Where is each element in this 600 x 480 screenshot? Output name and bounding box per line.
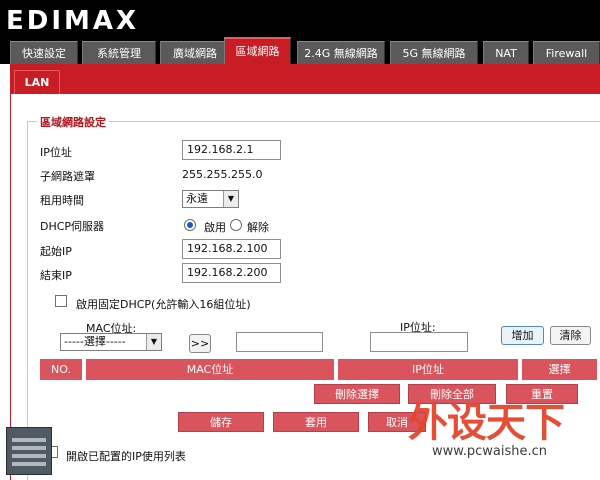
table-header-select: 選擇: [522, 359, 597, 380]
end-ip-input[interactable]: 192.168.2.200: [182, 263, 281, 283]
static-dhcp-label: 啟用固定DHCP(允許輸入16組位址): [76, 298, 251, 311]
lease-time-value: 永遠: [186, 192, 208, 205]
dhcp-disable-label: 解除: [247, 221, 269, 234]
mac-address-input[interactable]: [236, 332, 323, 352]
tab-wireless-24g[interactable]: 2.4G 無線網路: [297, 41, 385, 64]
watermark-text: 外设天下: [408, 400, 565, 446]
static-dhcp-checkbox[interactable]: [55, 295, 67, 307]
tab-lan[interactable]: 區域網路: [224, 37, 291, 64]
subtab-lan[interactable]: LAN: [14, 70, 60, 94]
ip-address-label: IP位址: [40, 146, 72, 159]
dhcp-disable-radio[interactable]: [230, 219, 242, 231]
watermark-url: www.pcwaishe.cn: [432, 444, 547, 459]
tab-firewall[interactable]: Firewall: [533, 41, 600, 64]
chevron-down-icon: ▼: [146, 334, 161, 350]
tab-wan[interactable]: 廣域網路: [160, 41, 230, 64]
transfer-mac-button[interactable]: >>: [189, 334, 211, 353]
dhcp-server-label: DHCP伺服器: [40, 220, 105, 233]
tab-system[interactable]: 系統管理: [82, 41, 156, 64]
lease-time-select[interactable]: 永遠 ▼: [182, 190, 239, 208]
add-button[interactable]: 增加: [501, 326, 544, 345]
dhcp-enable-label: 啟用: [204, 221, 226, 234]
delete-selected-button[interactable]: 刪除選擇: [314, 384, 400, 404]
tab-nat[interactable]: NAT: [483, 41, 529, 64]
start-ip-label: 起始IP: [40, 245, 72, 258]
subnet-mask-label: 子網路遮罩: [40, 170, 95, 183]
chevron-down-icon: ▼: [223, 191, 238, 207]
ip-list-label: 開啟已配置的IP使用列表: [66, 450, 186, 463]
save-button[interactable]: 儲存: [178, 412, 264, 432]
start-ip-input[interactable]: 192.168.2.100: [182, 239, 281, 259]
top-header: EDIMAX 快速設定 系統管理 廣域網路 區域網路 2.4G 無線網路 5G …: [0, 0, 600, 64]
watermark-badge-icon: [6, 427, 52, 475]
static-ip-input[interactable]: [370, 332, 468, 352]
lease-time-label: 租用時間: [40, 194, 84, 207]
ip-address-input[interactable]: 192.168.2.1: [182, 140, 281, 160]
end-ip-label: 結束IP: [40, 269, 72, 282]
content-border: [10, 94, 11, 480]
section-legend: 區域網路設定: [37, 114, 109, 130]
mac-select-value: -----選擇-----: [64, 335, 126, 348]
table-header-ip: IP位址: [338, 359, 518, 380]
edimax-logo: EDIMAX: [6, 6, 140, 36]
table-header-mac: MAC位址: [86, 359, 334, 380]
dhcp-enable-radio[interactable]: [184, 219, 196, 231]
sub-tab-bar: LAN: [10, 64, 600, 94]
tab-wireless-5g[interactable]: 5G 無線網路: [390, 41, 478, 64]
apply-button[interactable]: 套用: [273, 412, 359, 432]
tab-quick-setup[interactable]: 快速設定: [10, 41, 78, 64]
mac-address-select[interactable]: -----選擇----- ▼: [60, 333, 162, 351]
table-header-no: NO.: [40, 359, 82, 380]
clear-button[interactable]: 清除: [550, 326, 591, 345]
subnet-mask-value: 255.255.255.0: [182, 168, 263, 181]
